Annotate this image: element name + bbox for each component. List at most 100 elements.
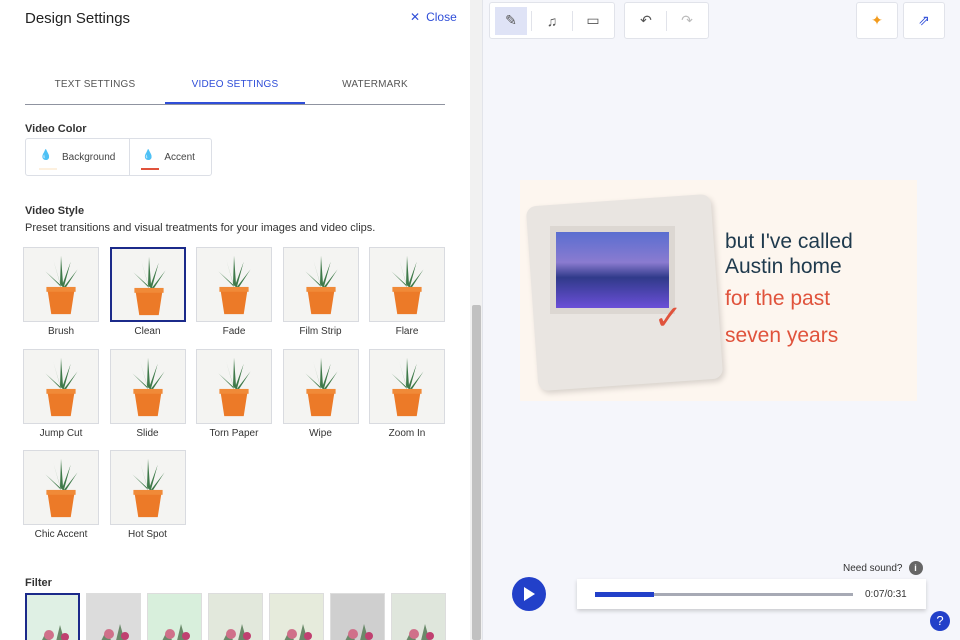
style-label: Hot Spot xyxy=(128,529,167,540)
style-thumbnail xyxy=(109,247,186,322)
style-label: Wipe xyxy=(309,427,332,439)
panel-title: Design Settings xyxy=(25,10,131,27)
panel-scrollbar[interactable] xyxy=(470,0,483,640)
tab-text-settings[interactable]: TEXT SETTINGS xyxy=(25,79,165,104)
video-style-option[interactable]: Slide xyxy=(109,348,186,439)
sparkle-icon: ✦ xyxy=(871,12,883,28)
filter-option[interactable] xyxy=(269,593,324,640)
style-thumbnail xyxy=(109,450,186,525)
pencil-icon: ✎ xyxy=(505,12,517,28)
filter-thumbnail xyxy=(406,624,434,640)
style-thumbnail xyxy=(369,247,445,322)
filter-thumbnail xyxy=(101,624,129,640)
video-color-heading: Video Color xyxy=(25,123,87,135)
filter-option[interactable] xyxy=(330,593,385,640)
video-style-option[interactable]: Zoom In xyxy=(369,348,445,439)
close-button[interactable]: ✕ Close xyxy=(410,10,457,24)
close-label: Close xyxy=(426,10,457,24)
video-style-option[interactable]: Flare xyxy=(369,247,445,337)
filter-option[interactable] xyxy=(25,593,80,640)
droplet-icon: 💧 xyxy=(39,150,57,170)
video-style-description: Preset transitions and visual treatments… xyxy=(25,222,376,234)
music-button[interactable]: ♫ xyxy=(536,7,568,35)
filter-thumbnail xyxy=(284,624,312,640)
style-thumbnail xyxy=(196,348,272,424)
style-thumbnail xyxy=(109,348,186,424)
video-style-option[interactable]: Brush xyxy=(23,247,99,337)
accent-label: Accent xyxy=(164,151,195,163)
style-thumbnail xyxy=(23,450,99,525)
edit-toolbar: ✎ ♫ ▭ xyxy=(489,2,615,39)
need-sound-label: Need sound? xyxy=(843,562,903,574)
style-label: Clean xyxy=(134,326,161,337)
style-label: Brush xyxy=(47,326,75,337)
music-icon: ♫ xyxy=(546,12,558,29)
filter-thumbnail xyxy=(162,624,190,640)
video-color-picker: 💧 Background 💧 Accent xyxy=(25,138,212,176)
edit-design-button[interactable]: ✎ xyxy=(495,6,527,35)
filter-thumbnail xyxy=(42,625,69,640)
video-style-option[interactable]: Chic Accent xyxy=(23,450,99,540)
progress-track[interactable] xyxy=(595,591,853,597)
video-style-option[interactable]: Hot Spot xyxy=(109,450,186,540)
tab-watermark[interactable]: WATERMARK xyxy=(305,79,445,104)
background-color-button[interactable]: 💧 Background xyxy=(26,139,129,175)
filter-heading: Filter xyxy=(25,577,52,589)
style-label: Torn Paper xyxy=(209,427,259,439)
video-style-heading: Video Style xyxy=(25,205,85,217)
preview-text-line: for the past xyxy=(725,287,831,310)
filter-option[interactable] xyxy=(86,593,141,640)
tab-video-settings[interactable]: VIDEO SETTINGS xyxy=(165,79,305,104)
style-label: Zoom In xyxy=(388,427,426,439)
preview-text-line: Austin home xyxy=(725,255,842,278)
external-link-icon: ⇗ xyxy=(918,12,930,28)
style-thumbnail xyxy=(196,247,272,322)
checkmark-icon: ✓ xyxy=(654,299,683,337)
accent-color-button[interactable]: 💧 Accent xyxy=(129,139,209,175)
redo-icon: ↷ xyxy=(681,12,693,28)
share-button[interactable]: ⇗ xyxy=(903,2,945,39)
video-style-option[interactable]: Clean xyxy=(109,247,186,337)
design-settings-panel: Design Settings ✕ Close TEXT SETTINGS VID… xyxy=(0,0,470,640)
video-style-option[interactable]: Film Strip xyxy=(282,247,359,337)
preview-text-line: seven years xyxy=(725,324,839,347)
help-button[interactable]: ? xyxy=(930,611,950,631)
history-toolbar: ↶ ↷ xyxy=(624,2,709,39)
droplet-icon: 💧 xyxy=(141,150,160,170)
play-icon xyxy=(524,587,535,601)
aspect-ratio-icon: ▭ xyxy=(586,12,600,28)
filter-thumbnail xyxy=(345,624,373,640)
resize-button[interactable]: ▭ xyxy=(577,7,609,35)
filter-option[interactable] xyxy=(391,593,446,640)
settings-tabs: TEXT SETTINGS VIDEO SETTINGS WATERMARK xyxy=(25,79,445,105)
style-label: Fade xyxy=(222,326,246,337)
style-label: Flare xyxy=(395,326,419,337)
style-thumbnail xyxy=(23,247,99,322)
info-icon[interactable]: i xyxy=(908,561,923,575)
video-style-option[interactable]: Wipe xyxy=(282,348,359,439)
editor-area: ✎ ♫ ▭ ↶ ↷ ✦ ⇗ ✓ but I've called Austin h… xyxy=(483,0,960,640)
scrollbar-thumb[interactable] xyxy=(472,305,481,640)
background-label: Background xyxy=(62,151,116,163)
magic-button[interactable]: ✦ xyxy=(856,2,898,39)
style-label: Film Strip xyxy=(299,326,342,337)
video-style-option[interactable]: Fade xyxy=(196,247,272,337)
playback-bar: 0:07/0:31 xyxy=(577,579,926,609)
video-style-option[interactable]: Jump Cut xyxy=(23,348,99,439)
play-button[interactable] xyxy=(512,577,546,611)
close-icon: ✕ xyxy=(410,10,421,24)
filter-option[interactable] xyxy=(208,593,263,640)
style-thumbnail xyxy=(282,348,359,424)
video-style-option[interactable]: Torn Paper xyxy=(196,348,272,439)
filter-option[interactable] xyxy=(147,593,202,640)
style-label: Jump Cut xyxy=(39,427,83,439)
playback-time: 0:07/0:31 xyxy=(865,588,907,600)
video-preview[interactable]: ✓ but I've called Austin home for the pa… xyxy=(520,180,917,401)
need-sound[interactable]: Need sound? i xyxy=(843,561,923,575)
question-icon: ? xyxy=(936,613,944,628)
style-thumbnail xyxy=(369,348,445,424)
undo-button[interactable]: ↶ xyxy=(630,7,662,35)
style-label: Slide xyxy=(136,427,159,439)
redo-button[interactable]: ↷ xyxy=(671,7,703,35)
undo-icon: ↶ xyxy=(640,12,652,28)
